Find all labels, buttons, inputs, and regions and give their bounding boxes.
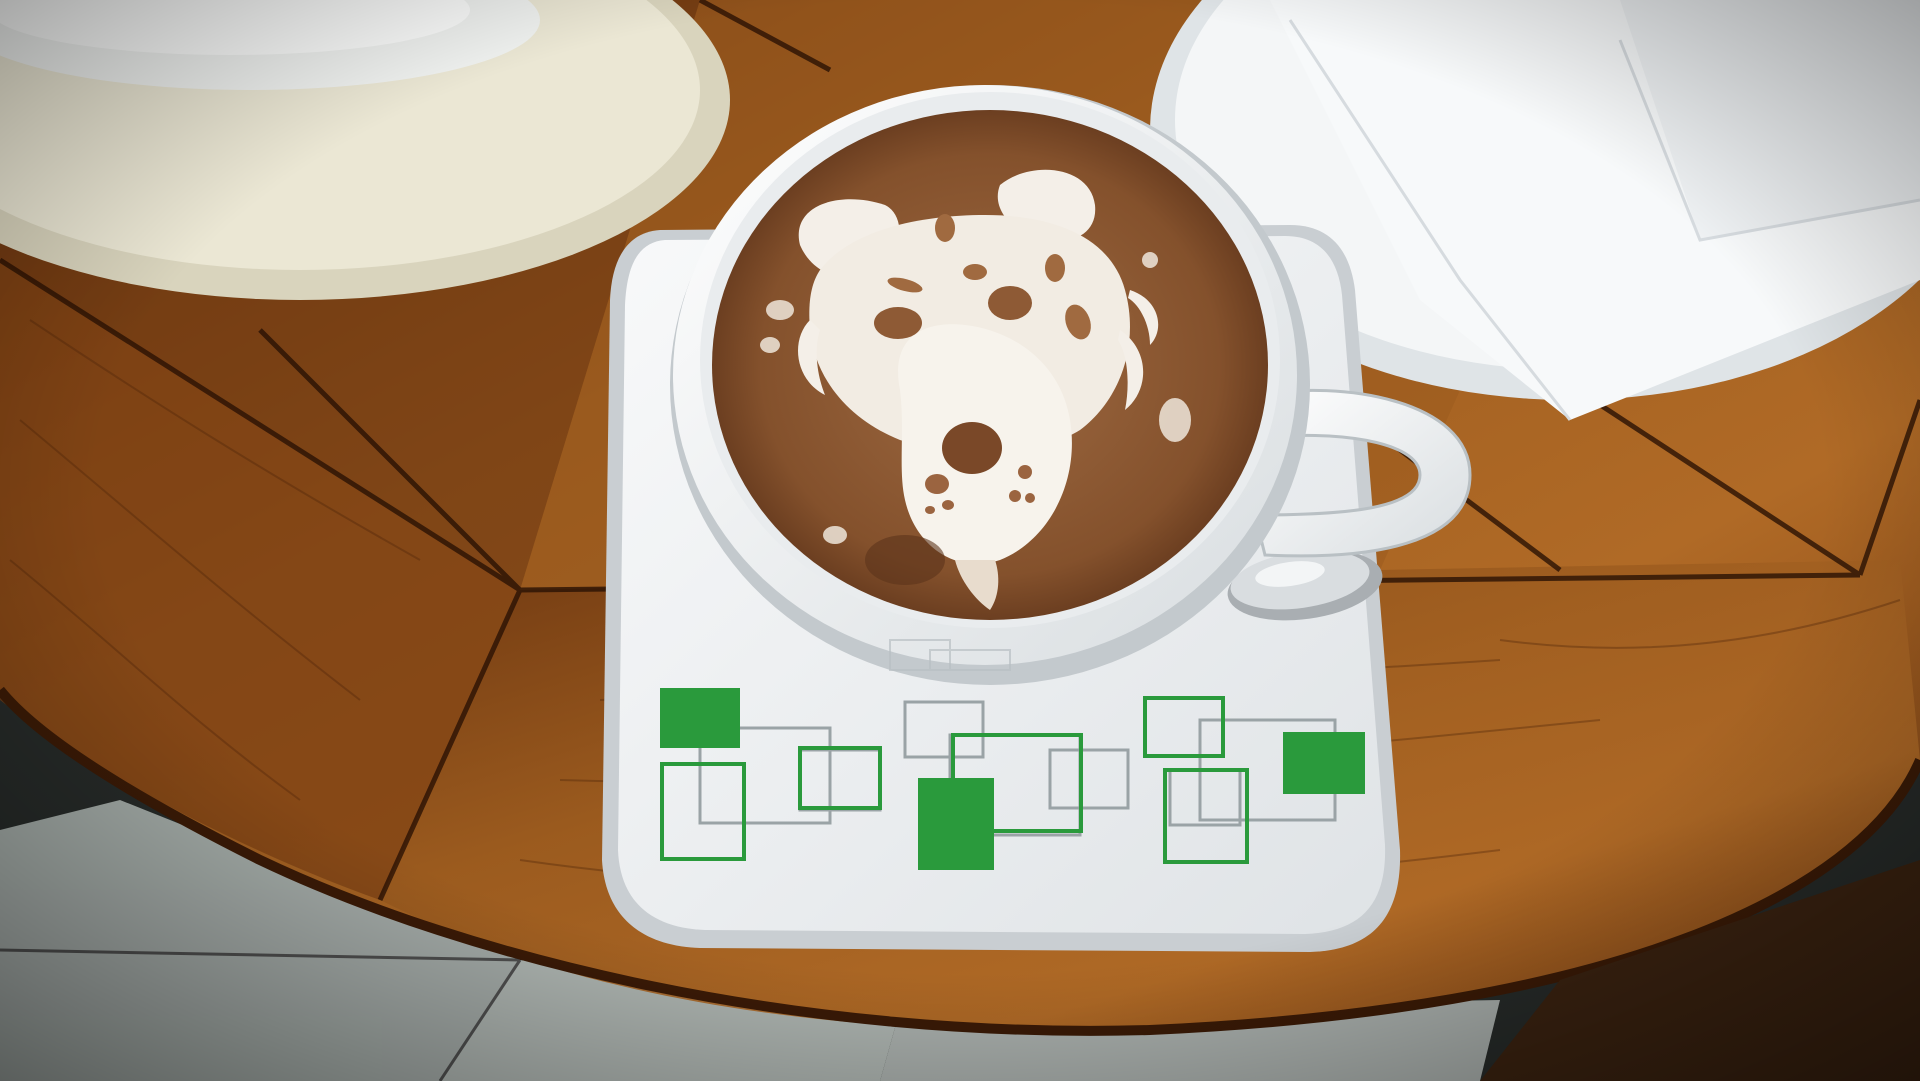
vignette: [0, 0, 1920, 1081]
photo-scene: [0, 0, 1920, 1081]
